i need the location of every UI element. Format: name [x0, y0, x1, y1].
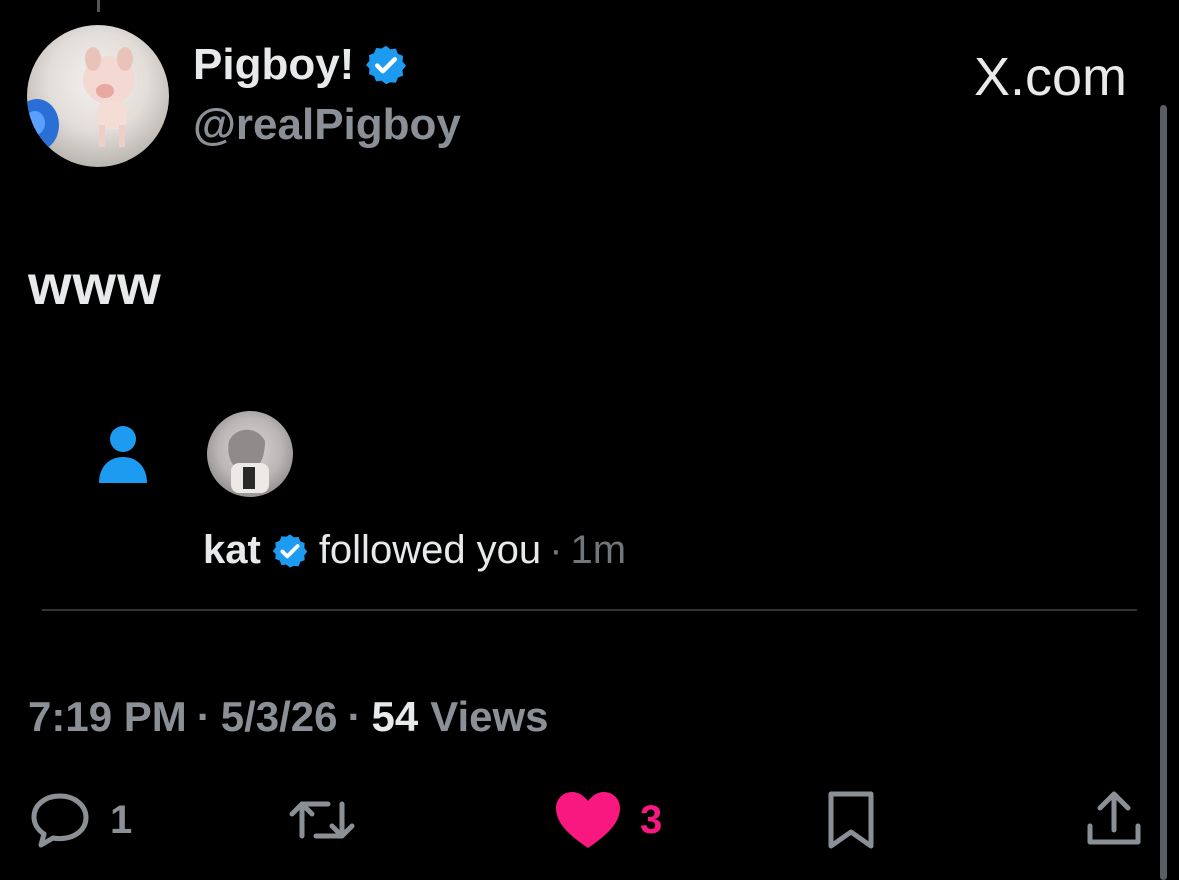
share-button[interactable] — [1084, 790, 1144, 850]
scrollbar[interactable] — [1160, 105, 1167, 880]
like-count: 3 — [640, 797, 663, 842]
author-handle[interactable]: @realPigboy — [193, 100, 461, 150]
notification-action: followed you — [318, 528, 542, 572]
author-avatar[interactable] — [27, 25, 169, 167]
reply-button[interactable]: 1 — [28, 790, 132, 850]
reply-count: 1 — [110, 797, 133, 842]
author-display-name[interactable]: Pigboy! — [193, 40, 354, 90]
views-count[interactable]: 54 — [372, 693, 419, 741]
notification-separator: · — [549, 528, 563, 572]
bookmark-button[interactable] — [823, 790, 879, 850]
follower-avatar[interactable] — [207, 411, 293, 497]
divider — [42, 609, 1137, 611]
verified-badge-icon — [366, 45, 407, 85]
post-date: 5/3/26 — [220, 693, 338, 740]
like-button[interactable]: 3 — [554, 790, 662, 850]
verified-badge-icon — [272, 533, 308, 568]
bookmark-icon — [828, 791, 874, 849]
meta-separator: · — [347, 693, 362, 740]
repost-button[interactable] — [286, 790, 358, 850]
post-text: www — [28, 253, 162, 316]
post-meta: 7:19 PM · 5/3/26 · 54 Views — [28, 693, 549, 741]
brand-watermark: X.com — [973, 47, 1127, 107]
post-time: 7:19 PM — [28, 693, 187, 740]
reply-icon — [31, 793, 89, 848]
top-edge-mark — [97, 0, 100, 12]
person-icon — [99, 426, 147, 483]
views-label: Views — [430, 693, 549, 740]
meta-separator: · — [196, 693, 211, 740]
share-icon — [1087, 791, 1141, 845]
author-display-name-row[interactable]: Pigboy! — [193, 40, 408, 90]
follow-notification[interactable]: kat followed you · 1m — [203, 528, 626, 573]
notification-time: 1m — [570, 528, 627, 572]
follower-name[interactable]: kat — [203, 528, 261, 573]
repost-icon — [289, 801, 355, 839]
heart-icon — [556, 792, 620, 848]
